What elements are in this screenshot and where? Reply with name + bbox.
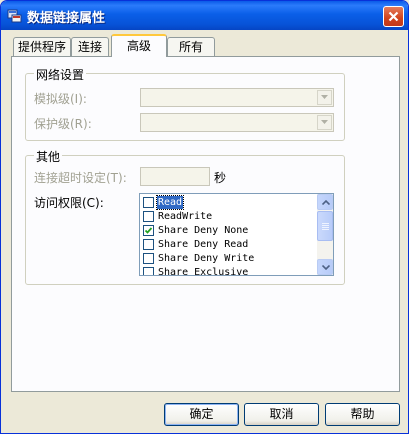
list-item[interactable]: Read <box>143 195 313 210</box>
checkbox-checked[interactable] <box>143 225 154 236</box>
checkbox[interactable] <box>143 239 154 250</box>
close-icon <box>388 11 399 22</box>
data-link-icon <box>7 8 22 23</box>
chevron-down-icon <box>322 265 330 270</box>
checkbox[interactable] <box>143 211 154 222</box>
ok-button[interactable]: 确定 <box>164 403 239 426</box>
cancel-button[interactable]: 取消 <box>244 403 319 426</box>
list-item[interactable]: Share Deny None <box>143 224 313 237</box>
tab-provider[interactable]: 提供程序 <box>13 37 71 56</box>
checkbox[interactable] <box>143 267 154 275</box>
scroll-up-button[interactable] <box>317 194 333 210</box>
list-item[interactable]: ReadWrite <box>143 210 313 223</box>
vertical-scrollbar[interactable] <box>317 194 333 275</box>
checkbox[interactable] <box>143 197 154 208</box>
window-title: 数据链接属性 <box>27 11 106 26</box>
timeout-label: 连接超时设定(T): <box>34 171 127 185</box>
title-bar[interactable]: 数据链接属性 <box>1 1 408 30</box>
checkmark-icon <box>144 227 153 234</box>
impersonation-level-label: 模拟级(I): <box>34 92 87 106</box>
chevron-down-icon[interactable] <box>317 115 332 130</box>
list-item[interactable]: Share Exclusive <box>143 266 313 275</box>
access-permissions-list[interactable]: Read ReadWrite Share Deny None Share Den… <box>139 193 334 276</box>
timeout-unit: 秒 <box>214 171 227 185</box>
access-permissions-label: 访问权限(C): <box>34 196 104 210</box>
tab-all[interactable]: 所有 <box>167 37 215 56</box>
chevron-up-icon <box>322 200 330 205</box>
protection-level-select[interactable] <box>140 113 334 132</box>
scroll-thumb[interactable] <box>317 211 333 241</box>
help-button[interactable]: 帮助 <box>325 403 400 426</box>
tab-advanced[interactable]: 高级 <box>111 34 167 57</box>
close-button[interactable] <box>383 6 404 27</box>
tab-connection[interactable]: 连接 <box>71 37 109 56</box>
list-item[interactable]: Share Deny Read <box>143 238 313 251</box>
other-group-title: 其他 <box>34 148 63 165</box>
list-item[interactable]: Share Deny Write <box>143 252 313 265</box>
dialog-window: 数据链接属性 提供程序 连接 高级 所有 网络设置 模拟级(I): 保护级(R)… <box>0 0 409 434</box>
network-settings-title: 网络设置 <box>34 66 87 83</box>
chevron-down-icon[interactable] <box>317 90 332 105</box>
checkbox[interactable] <box>143 253 154 264</box>
impersonation-level-select[interactable] <box>140 88 334 107</box>
protection-level-label: 保护级(R): <box>34 117 92 131</box>
scroll-down-button[interactable] <box>317 259 333 275</box>
timeout-input[interactable] <box>140 167 210 186</box>
